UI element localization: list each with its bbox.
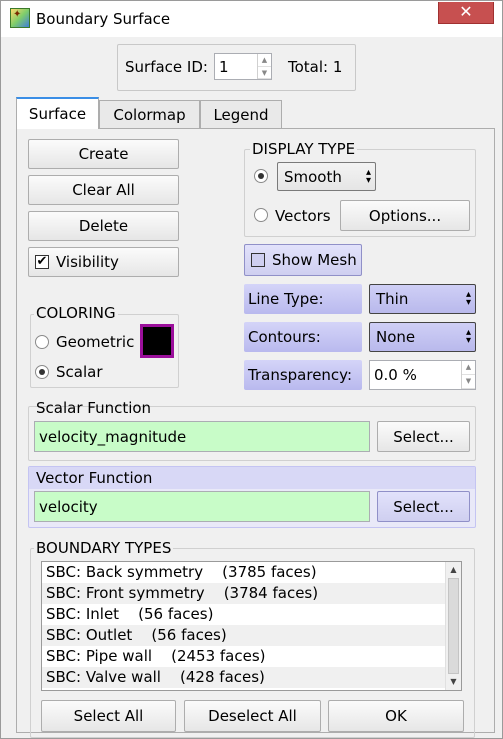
visibility-label: Visibility (56, 253, 119, 271)
updown-arrow-icon: ▴ ▾ (365, 166, 371, 186)
boundary-types-title: BOUNDARY TYPES (34, 539, 174, 557)
color-swatch[interactable] (140, 324, 174, 358)
scroll-up-icon[interactable]: ▲ (446, 562, 461, 578)
line-type-label: Line Type: (244, 284, 362, 314)
title-bar[interactable]: ✦ Boundary Surface ✕ (1, 1, 502, 37)
contours-label: Contours: (244, 322, 362, 352)
total-count: Total: 1 (288, 58, 343, 76)
surface-id-spinner[interactable]: ▲ ▼ (257, 54, 271, 79)
scalar-radio[interactable] (35, 365, 49, 379)
tab-legend[interactable]: Legend (200, 100, 282, 128)
list-item[interactable]: SBC: Pipe wall (2453 faces) (42, 646, 461, 667)
surface-id-input[interactable]: 1 ▲ ▼ (214, 53, 272, 80)
contours-value: None (376, 328, 416, 346)
app-logo-icon: ✦ (10, 8, 30, 28)
visibility-toggle[interactable]: ✔ Visibility (28, 247, 179, 277)
vector-select-button[interactable]: Select... (377, 491, 470, 522)
options-button[interactable]: Options... (340, 200, 470, 231)
tab-surface[interactable]: Surface (16, 97, 99, 129)
display-type-title: DISPLAY TYPE (250, 140, 358, 158)
transparency-spinner[interactable]: ▲ ▼ (461, 361, 475, 389)
scalar-function-field[interactable]: velocity_magnitude (34, 421, 370, 452)
list-item[interactable]: SBC: Front symmetry (3784 faces) (42, 583, 461, 604)
geometric-radio[interactable] (35, 335, 49, 349)
list-item[interactable]: SBC: Inlet (56 faces) (42, 604, 461, 625)
contours-select[interactable]: None ▴ ▾ (369, 322, 476, 352)
scroll-down-icon[interactable]: ▼ (446, 674, 461, 690)
window-title: Boundary Surface (36, 10, 171, 28)
show-mesh-checkbox[interactable] (251, 253, 265, 267)
spin-down-icon[interactable]: ▼ (258, 67, 271, 79)
spin-down-icon[interactable]: ▼ (462, 375, 475, 389)
transparency-label: Transparency: (244, 360, 362, 390)
vectors-radio[interactable] (254, 208, 268, 222)
show-mesh-toggle[interactable]: Show Mesh (244, 244, 362, 276)
ok-button[interactable]: OK (328, 700, 464, 732)
show-mesh-label: Show Mesh (272, 251, 357, 269)
create-button[interactable]: Create (28, 139, 179, 169)
updown-arrow-icon: ▴ ▾ (465, 289, 471, 308)
list-item[interactable]: SBC: Valve wall (428 faces) (42, 667, 461, 688)
boundary-surface-dialog: ✦ Boundary Surface ✕ Surface ID: 1 ▲ ▼ To… (0, 0, 503, 739)
transparency-value: 0.0 % (374, 366, 417, 384)
boundary-types-list[interactable]: SBC: Back symmetry (3785 faces) SBC: Fro… (41, 561, 462, 691)
list-item[interactable]: SBC: Back symmetry (3785 faces) (42, 562, 461, 583)
smooth-select[interactable]: Smooth ▴ ▾ (277, 162, 376, 191)
scalar-label: Scalar (56, 363, 103, 381)
select-all-button[interactable]: Select All (41, 700, 176, 732)
vector-function-field[interactable]: velocity (34, 491, 370, 522)
surface-id-value: 1 (219, 57, 229, 76)
close-button[interactable]: ✕ (438, 2, 494, 24)
clear-all-button[interactable]: Clear All (28, 175, 179, 205)
scroll-thumb[interactable] (448, 578, 459, 674)
smooth-radio[interactable] (254, 169, 268, 183)
list-scrollbar[interactable]: ▲ ▼ (445, 562, 461, 690)
spin-up-icon[interactable]: ▲ (258, 54, 271, 67)
line-type-value: Thin (376, 290, 409, 308)
vector-function-title: Vector Function (36, 469, 153, 487)
delete-button[interactable]: Delete (28, 211, 179, 241)
scalar-function-title: Scalar Function (36, 399, 152, 417)
transparency-input[interactable]: 0.0 % ▲ ▼ (369, 360, 476, 390)
updown-arrow-icon: ▴ ▾ (465, 327, 471, 346)
deselect-all-button[interactable]: Deselect All (184, 700, 321, 732)
scalar-select-button[interactable]: Select... (377, 421, 470, 452)
geometric-label: Geometric (56, 333, 135, 351)
tab-colormap[interactable]: Colormap (99, 100, 200, 128)
list-item[interactable]: SBC: Outlet (56 faces) (42, 625, 461, 646)
line-type-select[interactable]: Thin ▴ ▾ (369, 284, 476, 314)
spin-up-icon[interactable]: ▲ (462, 361, 475, 375)
surface-id-label: Surface ID: (125, 58, 208, 76)
vectors-label: Vectors (275, 207, 331, 225)
smooth-select-value: Smooth (284, 167, 342, 186)
coloring-title: COLORING (34, 304, 118, 322)
visibility-checkbox[interactable]: ✔ (35, 255, 49, 269)
